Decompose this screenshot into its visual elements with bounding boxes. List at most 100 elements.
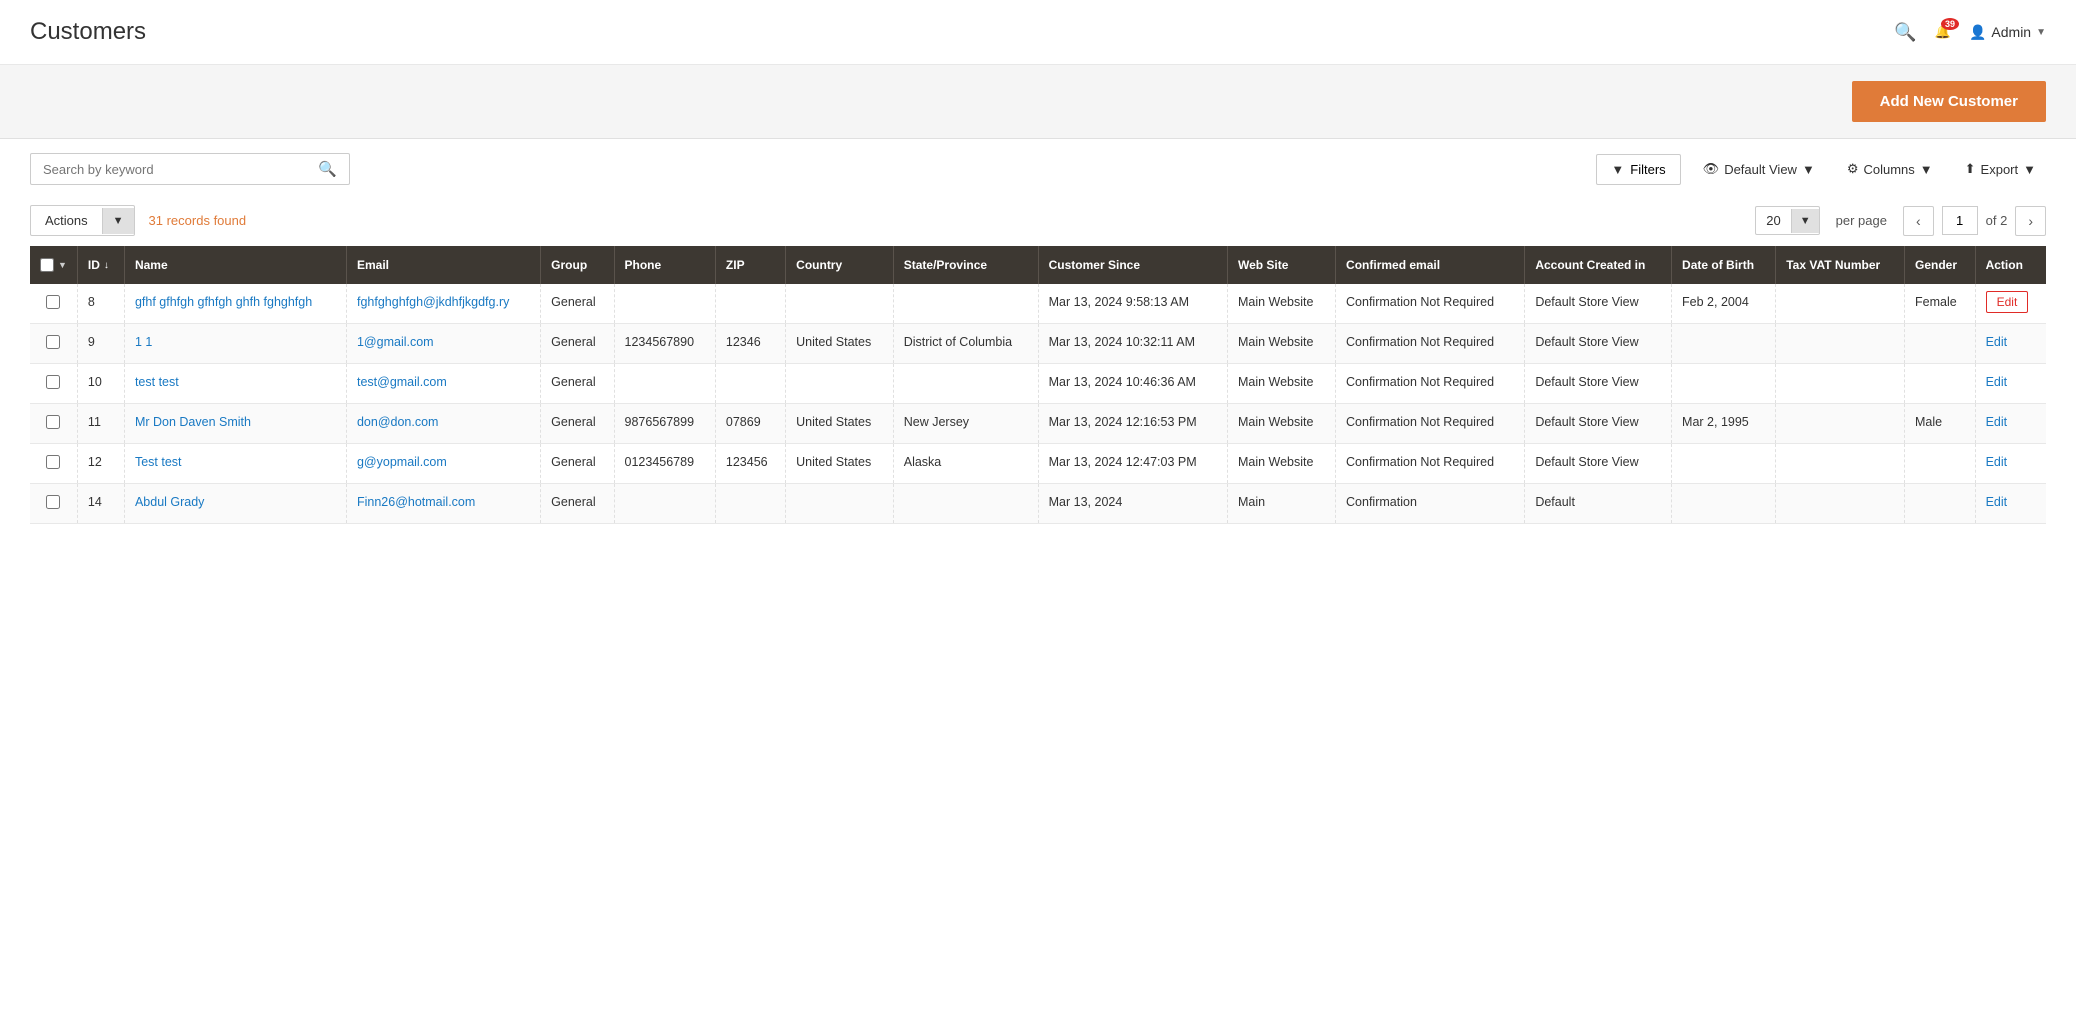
customer-email-link[interactable]: Finn26@hotmail.com bbox=[357, 495, 475, 509]
cell-group: General bbox=[541, 364, 614, 404]
cell-id: 9 bbox=[77, 324, 124, 364]
customer-email-link[interactable]: test@gmail.com bbox=[357, 375, 447, 389]
cell-name: Abdul Grady bbox=[124, 484, 346, 524]
search-submit-icon[interactable]: 🔍 bbox=[318, 160, 337, 178]
customer-email-link[interactable]: don@don.com bbox=[357, 415, 439, 429]
th-id[interactable]: ID ↓ bbox=[77, 246, 124, 284]
notifications-bell[interactable]: 🔔 39 bbox=[1935, 24, 1951, 40]
th-group[interactable]: Group bbox=[541, 246, 614, 284]
add-new-customer-button[interactable]: Add New Customer bbox=[1852, 81, 2046, 122]
row-checkbox-4[interactable] bbox=[46, 455, 60, 469]
admin-menu[interactable]: 👤 Admin ▼ bbox=[1969, 24, 2046, 41]
cell-id: 10 bbox=[77, 364, 124, 404]
customer-name-link[interactable]: Abdul Grady bbox=[135, 495, 204, 509]
prev-page-button[interactable]: ‹ bbox=[1903, 206, 1934, 236]
next-page-button[interactable]: › bbox=[2015, 206, 2046, 236]
table-row: 10 test test test@gmail.com General Mar … bbox=[30, 364, 2046, 404]
cell-confirmed-email: Confirmation Not Required bbox=[1336, 364, 1525, 404]
cell-zip: 123456 bbox=[715, 444, 785, 484]
columns-label: Columns bbox=[1863, 162, 1914, 177]
edit-button-blue[interactable]: Edit bbox=[1986, 335, 2008, 349]
cell-zip bbox=[715, 484, 785, 524]
actions-label: Actions bbox=[31, 206, 102, 235]
cell-phone bbox=[614, 484, 715, 524]
per-page-label: per page bbox=[1828, 213, 1895, 228]
columns-arrow-icon: ▼ bbox=[1920, 162, 1933, 177]
page-number-input[interactable] bbox=[1942, 206, 1978, 235]
page-title: Customers bbox=[30, 18, 146, 46]
edit-button-blue[interactable]: Edit bbox=[1986, 375, 2008, 389]
customer-name-link[interactable]: Test test bbox=[135, 455, 182, 469]
admin-name: Admin bbox=[1991, 24, 2031, 40]
edit-button-red[interactable]: Edit bbox=[1986, 291, 2029, 313]
cell-website: Main Website bbox=[1227, 364, 1335, 404]
th-tax-vat[interactable]: Tax VAT Number bbox=[1776, 246, 1905, 284]
cell-account-created: Default Store View bbox=[1525, 364, 1672, 404]
cell-country: United States bbox=[786, 324, 894, 364]
global-search-icon[interactable]: 🔍 bbox=[1894, 22, 1916, 43]
cell-account-created: Default Store View bbox=[1525, 324, 1672, 364]
th-website[interactable]: Web Site bbox=[1227, 246, 1335, 284]
row-checkbox-0[interactable] bbox=[46, 295, 60, 309]
edit-button-blue[interactable]: Edit bbox=[1986, 495, 2008, 509]
filters-button[interactable]: ▼ Filters bbox=[1596, 154, 1680, 185]
cell-dob bbox=[1672, 364, 1776, 404]
customer-email-link[interactable]: 1@gmail.com bbox=[357, 335, 434, 349]
cell-gender: Male bbox=[1905, 404, 1976, 444]
customer-email-link[interactable]: g@yopmail.com bbox=[357, 455, 447, 469]
cell-email: test@gmail.com bbox=[346, 364, 540, 404]
th-country[interactable]: Country bbox=[786, 246, 894, 284]
row-checkbox-cell bbox=[30, 404, 77, 444]
cell-website: Main Website bbox=[1227, 444, 1335, 484]
cell-gender bbox=[1905, 324, 1976, 364]
cell-dob bbox=[1672, 444, 1776, 484]
th-phone[interactable]: Phone bbox=[614, 246, 715, 284]
row-checkbox-3[interactable] bbox=[46, 415, 60, 429]
search-wrap: 🔍 bbox=[30, 153, 350, 185]
th-state[interactable]: State/Province bbox=[893, 246, 1038, 284]
search-input[interactable] bbox=[43, 162, 318, 177]
row-checkbox-5[interactable] bbox=[46, 495, 60, 509]
cell-dob: Mar 2, 1995 bbox=[1672, 404, 1776, 444]
select-all-checkbox[interactable] bbox=[40, 258, 54, 272]
customer-name-link[interactable]: gfhf gfhfgh gfhfgh ghfh fghghfgh bbox=[135, 295, 312, 309]
cell-state bbox=[893, 284, 1038, 324]
th-dob[interactable]: Date of Birth bbox=[1672, 246, 1776, 284]
filters-label: Filters bbox=[1630, 162, 1665, 177]
customer-name-link[interactable]: Mr Don Daven Smith bbox=[135, 415, 251, 429]
row-checkbox-2[interactable] bbox=[46, 375, 60, 389]
th-checkbox: ▼ bbox=[30, 246, 77, 284]
cell-country bbox=[786, 364, 894, 404]
columns-button[interactable]: ⚙ Columns ▼ bbox=[1837, 154, 1943, 184]
edit-button-blue[interactable]: Edit bbox=[1986, 415, 2008, 429]
cell-zip bbox=[715, 364, 785, 404]
action-bar: Add New Customer bbox=[0, 65, 2076, 139]
per-page-arrow[interactable]: ▼ bbox=[1791, 209, 1819, 233]
cell-customer-since: Mar 13, 2024 12:16:53 PM bbox=[1038, 404, 1227, 444]
view-button[interactable]: 👁 Default View ▼ bbox=[1693, 154, 1825, 184]
customer-name-link[interactable]: test test bbox=[135, 375, 179, 389]
th-email[interactable]: Email bbox=[346, 246, 540, 284]
row-checkbox-1[interactable] bbox=[46, 335, 60, 349]
cell-phone bbox=[614, 284, 715, 324]
cell-group: General bbox=[541, 484, 614, 524]
actions-dropdown-arrow[interactable]: ▼ bbox=[102, 208, 134, 234]
th-zip[interactable]: ZIP bbox=[715, 246, 785, 284]
table-wrap: ▼ ID ↓ Name Email Group Phone ZIP Countr… bbox=[0, 246, 2076, 544]
th-name[interactable]: Name bbox=[124, 246, 346, 284]
customer-email-link[interactable]: fghfghghfgh@jkdhfjkgdfg.ry bbox=[357, 295, 509, 309]
export-button[interactable]: ⬆ Export ▼ bbox=[1955, 154, 2046, 184]
th-confirmed-email[interactable]: Confirmed email bbox=[1336, 246, 1525, 284]
top-right-controls: 🔍 🔔 39 👤 Admin ▼ bbox=[1894, 22, 2046, 43]
total-pages-label: of 2 bbox=[1986, 213, 2008, 228]
records-count: 31 records found bbox=[149, 213, 247, 228]
cell-group: General bbox=[541, 284, 614, 324]
th-account-created[interactable]: Account Created in bbox=[1525, 246, 1672, 284]
table-row: 9 1 1 1@gmail.com General 1234567890 123… bbox=[30, 324, 2046, 364]
edit-button-blue[interactable]: Edit bbox=[1986, 455, 2008, 469]
customer-name-link[interactable]: 1 1 bbox=[135, 335, 152, 349]
th-gender[interactable]: Gender bbox=[1905, 246, 1976, 284]
export-label: Export bbox=[1981, 162, 2019, 177]
checkbox-dropdown-arrow[interactable]: ▼ bbox=[58, 260, 67, 270]
th-customer-since[interactable]: Customer Since bbox=[1038, 246, 1227, 284]
